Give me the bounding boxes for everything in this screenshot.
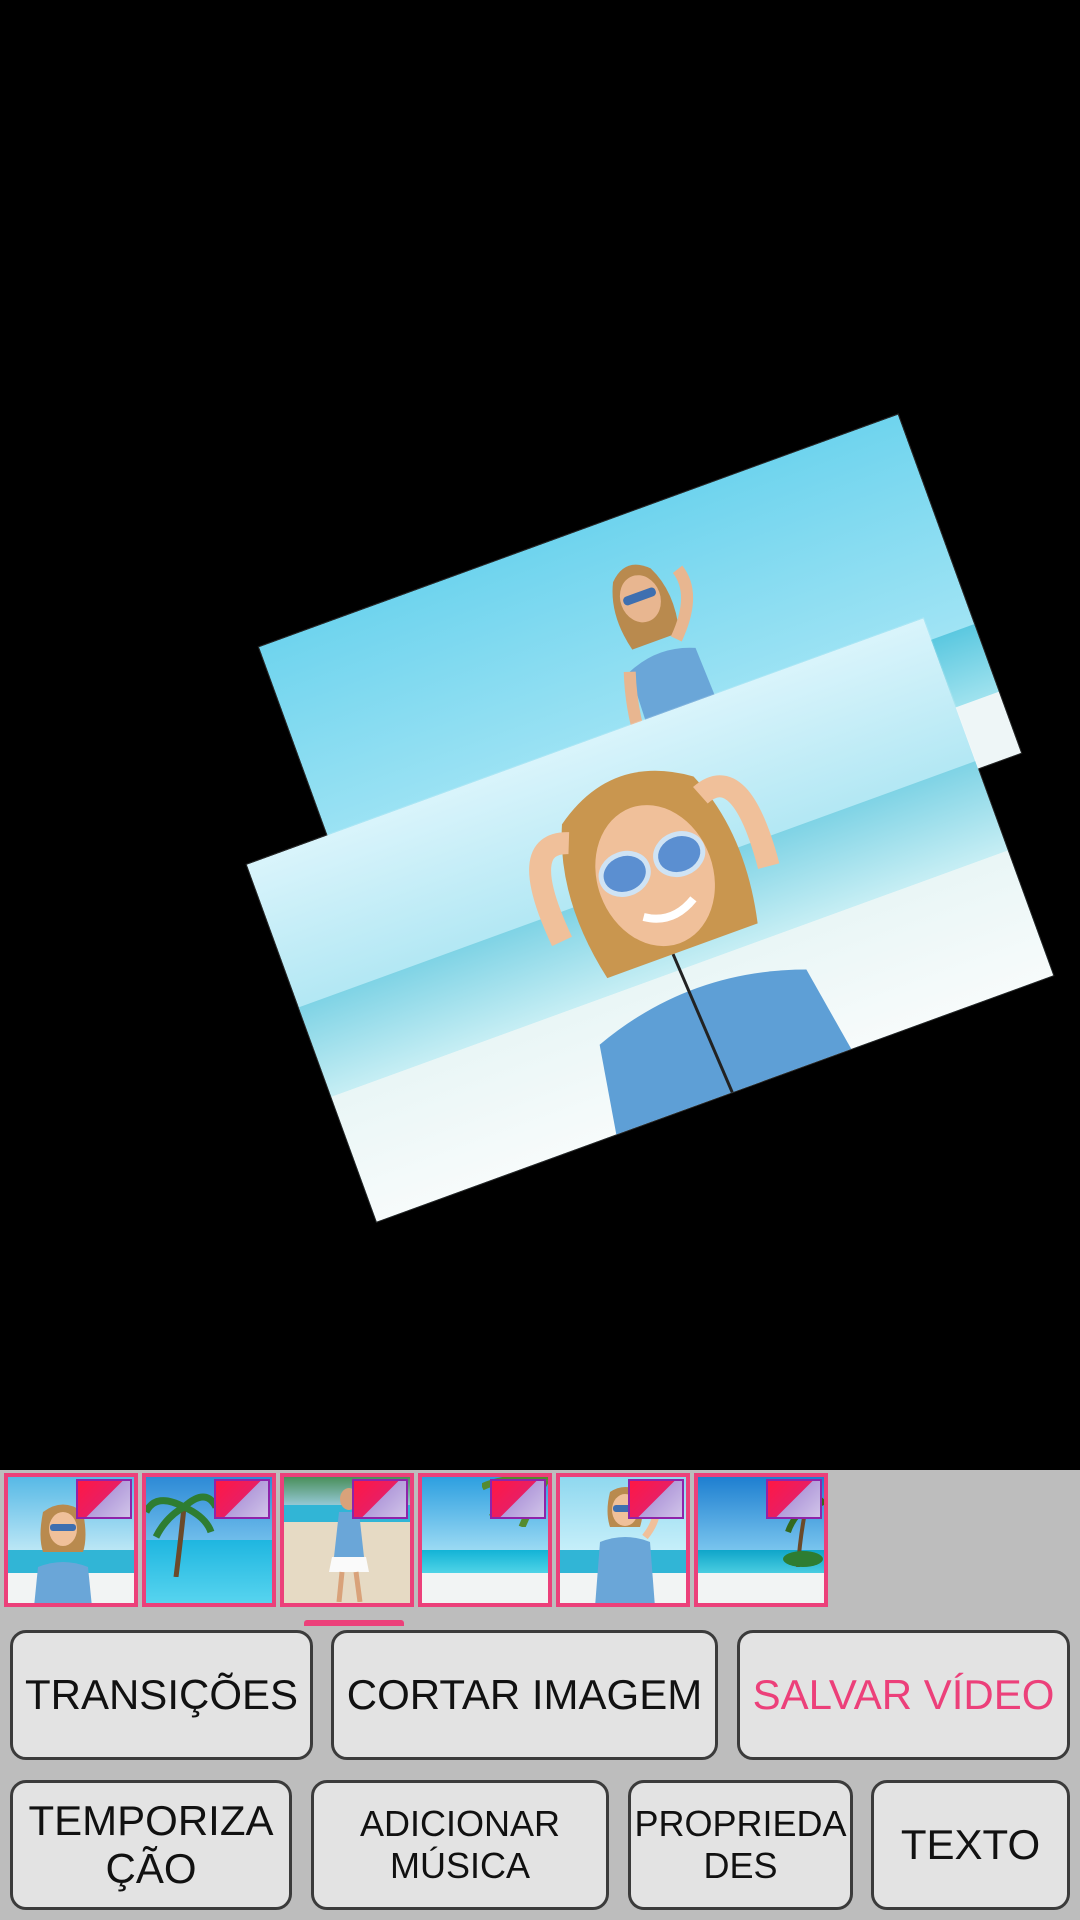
thumbnail-5[interactable]	[556, 1473, 690, 1607]
page-corner-icon[interactable]	[766, 1479, 822, 1519]
thumbnail-2[interactable]	[142, 1473, 276, 1607]
timing-button[interactable]: TEMPORIZA ÇÃO	[10, 1780, 292, 1910]
palm-tree-icon	[146, 1493, 216, 1577]
crop-image-label: CORTAR IMAGEM	[346, 1671, 703, 1718]
timing-label-line1: TEMPORIZA	[28, 1797, 274, 1844]
page-corner-icon[interactable]	[490, 1479, 546, 1519]
thumbnail-1[interactable]	[4, 1473, 138, 1607]
page-corner-icon[interactable]	[214, 1479, 270, 1519]
save-video-label: SALVAR VÍDEO	[752, 1671, 1055, 1718]
save-video-button[interactable]: SALVAR VÍDEO	[737, 1630, 1070, 1760]
timing-label-line2: ÇÃO	[105, 1845, 197, 1892]
text-button[interactable]: TEXTO	[871, 1780, 1070, 1910]
thumbnail-4[interactable]	[418, 1473, 552, 1607]
transitions-label: TRANSIÇÕES	[24, 1671, 299, 1718]
transitions-button[interactable]: TRANSIÇÕES	[10, 1630, 313, 1760]
add-music-label-line1: ADICIONAR	[359, 1803, 561, 1844]
crop-image-button[interactable]: CORTAR IMAGEM	[331, 1630, 718, 1760]
page-corner-icon[interactable]	[352, 1479, 408, 1519]
thumbnail-3[interactable]	[280, 1473, 414, 1607]
add-music-button[interactable]: ADICIONAR MÚSICA	[311, 1780, 609, 1910]
properties-label-line1: PROPRIEDA	[634, 1803, 847, 1844]
selected-thumbnail-indicator	[304, 1620, 404, 1626]
video-editor-screen: TRANSIÇÕES CORTAR IMAGEM SALVAR VÍDEO TE…	[0, 0, 1080, 1920]
thumbnail-6[interactable]	[694, 1473, 828, 1607]
page-corner-icon[interactable]	[76, 1479, 132, 1519]
page-corner-icon[interactable]	[628, 1479, 684, 1519]
text-label: TEXTO	[900, 1821, 1041, 1868]
thumbnail-strip[interactable]	[0, 1470, 828, 1613]
properties-label-line2: DES	[703, 1845, 778, 1886]
properties-button[interactable]: PROPRIEDA DES	[628, 1780, 853, 1910]
video-preview[interactable]	[0, 0, 1080, 1470]
add-music-label-line2: MÚSICA	[389, 1845, 530, 1886]
